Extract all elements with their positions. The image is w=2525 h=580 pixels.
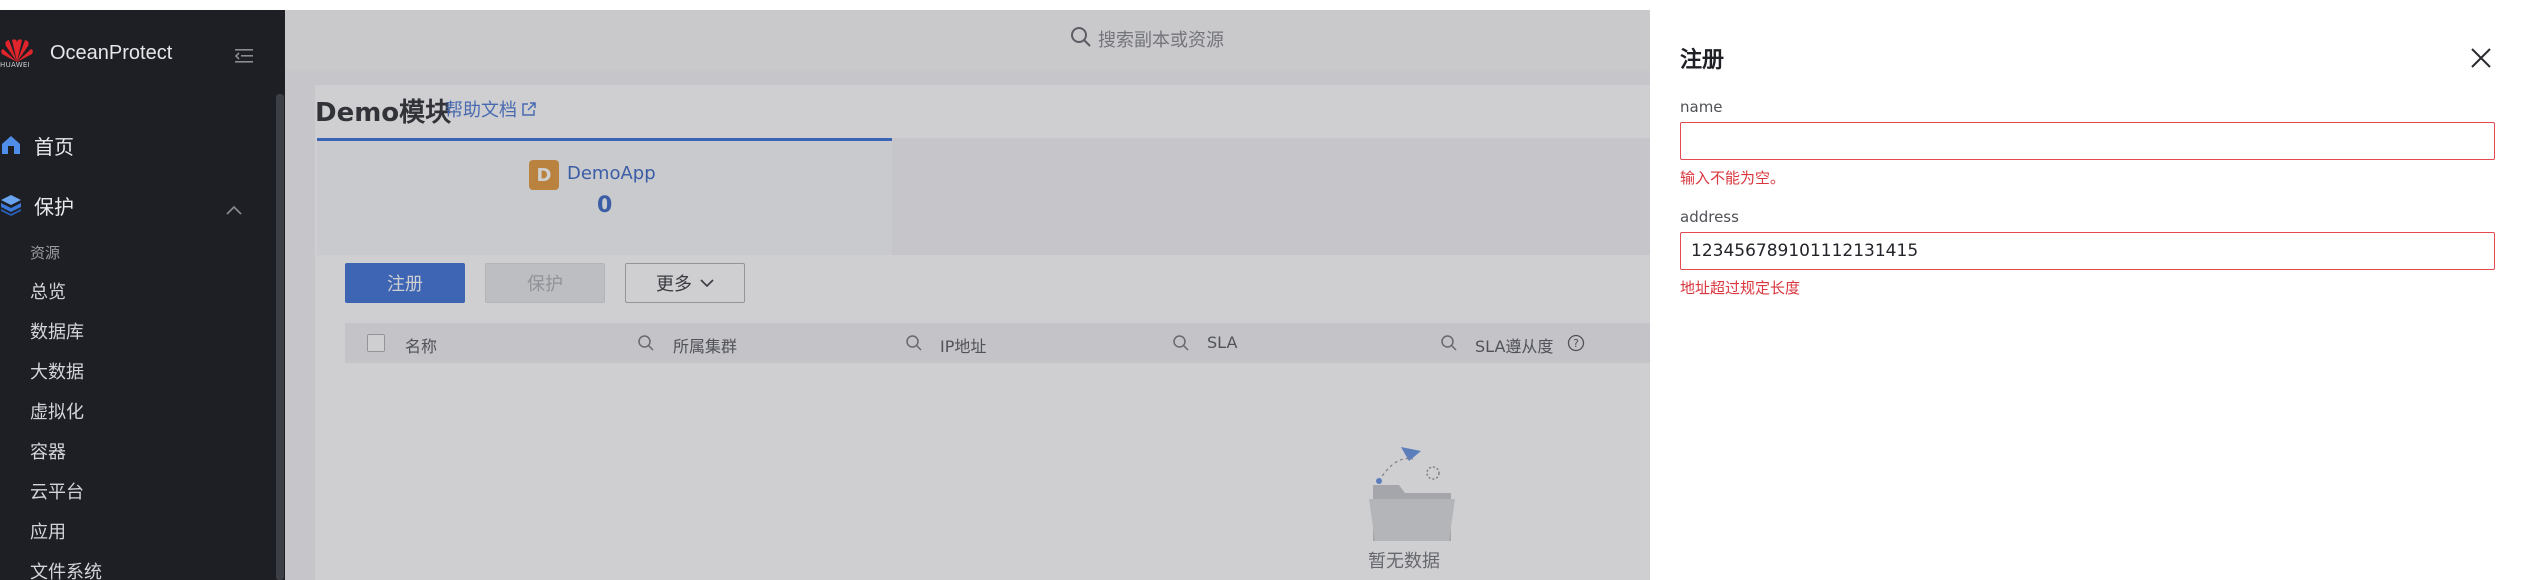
- sidebar-item-cloud[interactable]: 云平台: [30, 478, 84, 504]
- app-badge: D: [529, 160, 559, 190]
- search-icon[interactable]: [637, 334, 655, 352]
- help-circle-icon[interactable]: ?: [1567, 334, 1585, 352]
- column-name: 名称: [405, 337, 438, 356]
- protect-icon: [0, 194, 22, 216]
- home-icon: [0, 134, 22, 156]
- register-drawer: 注册 name 输入不能为空。 address 地址超过规定长度: [1650, 10, 2525, 580]
- main-content: 搜索副本或资源 Demo模块 帮助文档 D DemoApp 0 注册 保护 更多…: [285, 10, 1650, 580]
- search-icon[interactable]: [905, 334, 923, 352]
- table-header: 名称 所属集群 IP地址 SLA SLA遵从度 ?: [345, 323, 1650, 363]
- empty-text: 暂无数据: [1368, 551, 1440, 572]
- global-search[interactable]: 搜索副本或资源: [1070, 26, 1224, 52]
- topbar: 搜索副本或资源: [285, 10, 1650, 70]
- top-strip: [0, 0, 2525, 10]
- app-count: 0: [597, 193, 613, 218]
- chevron-down-icon: [700, 278, 714, 287]
- tab-demoapp[interactable]: D DemoApp 0: [317, 138, 892, 255]
- sidebar-item-label: 保护: [34, 194, 74, 219]
- sidebar-item-label: 首页: [34, 134, 74, 159]
- address-field[interactable]: [1680, 232, 2495, 270]
- column-sla: SLA: [1207, 333, 1238, 352]
- help-doc-link[interactable]: 帮助文档: [445, 96, 537, 122]
- collapse-menu-icon[interactable]: [234, 47, 255, 65]
- product-name: OceanProtect: [50, 42, 173, 64]
- section-label-resources: 资源: [30, 244, 61, 262]
- column-ip: IP地址: [940, 337, 987, 356]
- sidebar-item-filesystem[interactable]: 文件系统: [30, 558, 102, 580]
- sidebar-item-home[interactable]: 首页: [0, 125, 285, 165]
- select-all-checkbox[interactable]: [367, 334, 385, 352]
- name-field-label: name: [1680, 98, 1723, 116]
- brand: HUAWEI OceanProtect: [0, 30, 285, 80]
- register-button[interactable]: 注册: [345, 263, 465, 303]
- address-field-label: address: [1680, 208, 1739, 226]
- svg-text:?: ?: [1573, 337, 1579, 350]
- sidebar: HUAWEI OceanProtect 首页 保护 资源 总览 数据库 大数据 …: [0, 10, 285, 580]
- search-icon[interactable]: [1440, 334, 1458, 352]
- column-sla-compliance: SLA遵从度: [1475, 337, 1554, 356]
- search-placeholder: 搜索副本或资源: [1098, 30, 1224, 51]
- help-doc-label: 帮助文档: [445, 100, 517, 121]
- more-dropdown[interactable]: 更多: [625, 263, 745, 303]
- chevron-up-icon[interactable]: [226, 200, 242, 215]
- empty-folder-icon: [1365, 445, 1465, 549]
- sidebar-item-protect[interactable]: 保护: [0, 185, 285, 225]
- sidebar-scrollbar[interactable]: [276, 94, 284, 580]
- address-field-error: 地址超过规定长度: [1680, 279, 1801, 297]
- sidebar-item-database[interactable]: 数据库: [30, 318, 84, 344]
- page-title: Demo模块: [315, 98, 452, 128]
- external-link-icon: [522, 102, 536, 116]
- sidebar-item-overview[interactable]: 总览: [30, 278, 66, 304]
- name-field[interactable]: [1680, 122, 2495, 160]
- drawer-title: 注册: [1680, 48, 1725, 73]
- app-name: DemoApp: [567, 163, 656, 184]
- logo-text: HUAWEI: [0, 61, 31, 69]
- name-field-error: 输入不能为空。: [1680, 169, 1786, 187]
- more-label: 更多: [656, 274, 692, 295]
- sidebar-item-virtualization[interactable]: 虚拟化: [30, 398, 84, 424]
- protect-button[interactable]: 保护: [485, 263, 605, 303]
- search-icon[interactable]: [1172, 334, 1190, 352]
- sidebar-item-application[interactable]: 应用: [30, 518, 66, 544]
- close-icon[interactable]: [2470, 47, 2492, 69]
- sidebar-item-bigdata[interactable]: 大数据: [30, 358, 84, 384]
- sidebar-item-container[interactable]: 容器: [30, 438, 66, 464]
- search-icon: [1070, 26, 1092, 52]
- tab-strip: [892, 138, 1650, 255]
- column-cluster: 所属集群: [673, 337, 738, 356]
